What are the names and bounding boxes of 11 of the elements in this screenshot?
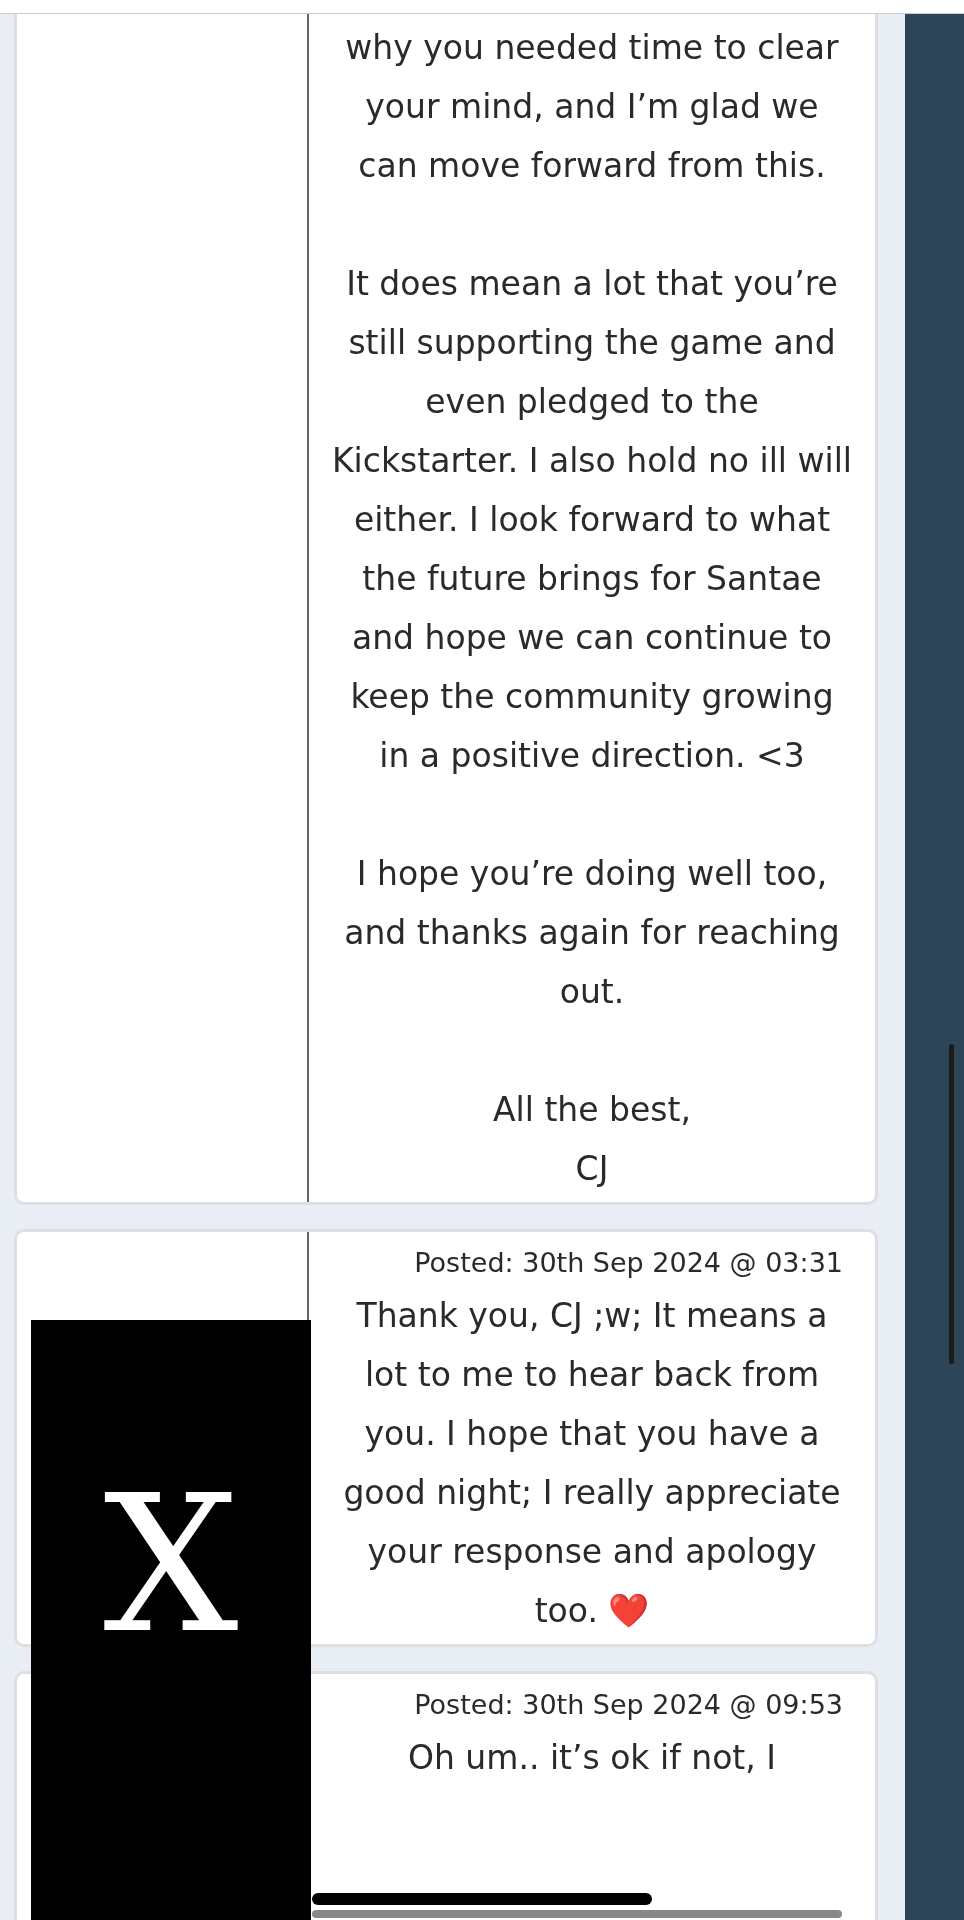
scrollbar[interactable] (949, 1044, 954, 1364)
post-text: It does mean a lot that you’re still supporting the game and even pledged to the Kickstarter. I also hold no ill will either. I look forward to what the future brings for Santae and hope we can continue to keep the community growing in a positive direction. <3 (331, 263, 853, 777)
signoff-line: All the best, (492, 1089, 692, 1131)
signoff-line: CJ (574, 1148, 610, 1190)
redaction-box: X (31, 1320, 311, 1920)
post-text: I hope you’re doing well too, and thanks again for reaching out. (343, 853, 841, 1013)
post-text: why you needed time to clear your mind, and I’m glad we can move forward from this. (344, 27, 840, 187)
post-text: Thank you, CJ ;w; It means a lot to me to hear back from you. I hope that you have a good night; I really appreciate your response and apology too. ❤ (342, 1295, 842, 1632)
post-date: Posted: 30th Sep 2024 @ 09:53 (413, 1688, 844, 1722)
post-text: Oh um.. it’s ok if not, I (407, 1737, 777, 1779)
post-date: Posted: 30th Sep 2024 @ 03:31 (413, 1246, 844, 1280)
